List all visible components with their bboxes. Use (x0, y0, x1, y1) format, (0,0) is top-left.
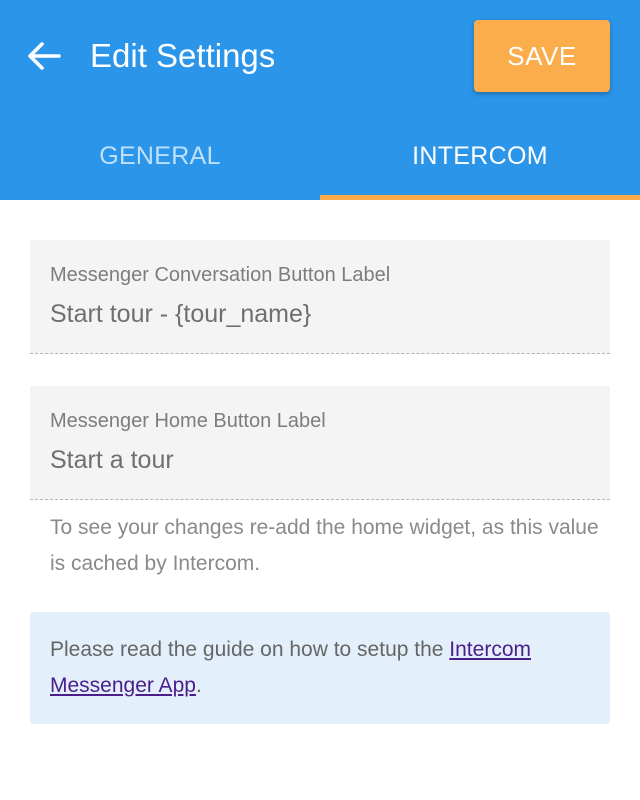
page-title: Edit Settings (90, 37, 276, 74)
back-button[interactable] (22, 36, 66, 76)
notice-text: Please read the guide on how to setup th… (50, 638, 450, 661)
tab-intercom[interactable]: INTERCOM (320, 124, 640, 188)
tab-general[interactable]: GENERAL (0, 124, 320, 188)
conversation-button-label-input[interactable] (50, 297, 590, 331)
info-notice: Please read the guide on how to setup th… (30, 612, 610, 724)
arrow-left-icon (28, 42, 61, 70)
save-button[interactable]: SAVE (474, 20, 610, 92)
field-label: Messenger Home Button Label (50, 410, 326, 432)
home-button-label-field[interactable]: Messenger Home Button Label (30, 386, 610, 500)
app-bar: Edit Settings SAVE GENERAL INTERCOM (0, 0, 640, 200)
field-label: Messenger Conversation Button Label (50, 264, 391, 286)
conversation-button-label-field[interactable]: Messenger Conversation Button Label (30, 240, 610, 354)
active-tab-indicator (320, 195, 640, 200)
helper-text: To see your changes re-add the home widg… (50, 516, 599, 575)
home-button-label-input[interactable] (50, 443, 590, 477)
notice-text-end: . (195, 674, 202, 697)
